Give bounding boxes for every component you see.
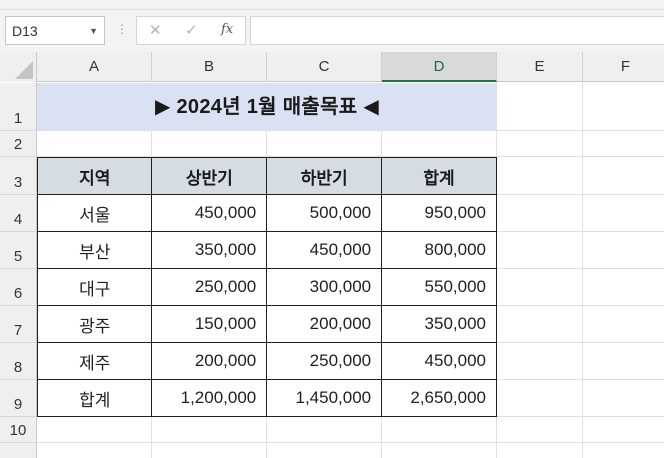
row-number: 10 <box>9 422 27 439</box>
cancel-icon[interactable]: ✕ <box>149 21 162 39</box>
column-header-b[interactable]: B <box>152 52 267 82</box>
row-number: 5 <box>13 248 23 265</box>
formula-bar: D13 ▼ ⋮ ✕ ✓ fx <box>0 10 664 52</box>
column-header-f[interactable]: F <box>583 52 664 82</box>
value-cell[interactable]: 1,450,000 <box>266 379 383 417</box>
formula-input[interactable] <box>250 16 664 45</box>
row-header-10[interactable]: 10 <box>0 417 37 443</box>
row-header-1[interactable]: 1 <box>0 83 37 131</box>
row-header-8[interactable]: 8 <box>0 343 37 380</box>
table-row: 대구 250,000 300,000 550,000 <box>36 268 497 306</box>
table-row: 부산 350,000 450,000 800,000 <box>36 231 497 269</box>
table-row: 서울 450,000 500,000 950,000 <box>36 194 497 232</box>
row-header-9[interactable]: 9 <box>0 380 37 417</box>
table-row: 제주 200,000 250,000 450,000 <box>36 342 497 380</box>
column-header-row: A B C D E F <box>0 52 664 82</box>
value-cell[interactable]: 250,000 <box>151 268 268 306</box>
row-number: 8 <box>13 359 23 376</box>
region-cell[interactable]: 광주 <box>36 305 153 343</box>
formula-buttons: ✕ ✓ fx <box>136 16 246 45</box>
ribbon-edge <box>0 0 664 10</box>
row-header-3[interactable]: 3 <box>0 157 37 195</box>
value-cell[interactable]: 450,000 <box>381 342 497 380</box>
column-header-d[interactable]: D <box>382 52 497 82</box>
value-cell[interactable]: 800,000 <box>381 231 497 269</box>
select-all-button[interactable] <box>0 52 37 82</box>
column-header-e[interactable]: E <box>497 52 583 82</box>
value-cell[interactable]: 200,000 <box>266 305 383 343</box>
value-cell[interactable]: 1,200,000 <box>151 379 268 417</box>
value-cell[interactable]: 500,000 <box>266 194 383 232</box>
select-all-icon <box>15 61 33 79</box>
header-cell-total[interactable]: 합계 <box>381 157 497 195</box>
header-cell-first-half[interactable]: 상반기 <box>151 157 268 195</box>
name-box-value: D13 <box>12 23 38 39</box>
gridline <box>37 442 664 443</box>
confirm-icon[interactable]: ✓ <box>185 21 198 39</box>
value-cell[interactable]: 450,000 <box>151 194 268 232</box>
insert-function-icon[interactable]: fx <box>221 22 233 37</box>
sales-target-table: 지역 상반기 하반기 합계 서울 450,000 500,000 950,000… <box>36 157 497 417</box>
row-header-2[interactable]: 2 <box>0 131 37 157</box>
sheet-title-cell[interactable]: ▶ 2024년 1월 매출목표 ◀ <box>37 83 497 131</box>
formula-bar-grip-icon[interactable]: ⋮ <box>116 22 128 36</box>
row-number: 1 <box>13 110 23 127</box>
table-header-row: 지역 상반기 하반기 합계 <box>36 157 497 195</box>
value-cell[interactable]: 250,000 <box>266 342 383 380</box>
value-cell[interactable]: 150,000 <box>151 305 268 343</box>
row-number: 2 <box>13 136 23 153</box>
header-cell-second-half[interactable]: 하반기 <box>266 157 383 195</box>
row-number: 4 <box>13 211 23 228</box>
table-row-total: 합계 1,200,000 1,450,000 2,650,000 <box>36 379 497 417</box>
region-cell[interactable]: 서울 <box>36 194 153 232</box>
row-header-5[interactable]: 5 <box>0 232 37 269</box>
column-header-c[interactable]: C <box>267 52 382 82</box>
value-cell[interactable]: 350,000 <box>381 305 497 343</box>
value-cell[interactable]: 350,000 <box>151 231 268 269</box>
region-cell[interactable]: 제주 <box>36 342 153 380</box>
gridline <box>582 83 583 458</box>
name-box[interactable]: D13 ▼ <box>5 16 105 45</box>
value-cell[interactable]: 450,000 <box>266 231 383 269</box>
row-header-6[interactable]: 6 <box>0 269 37 306</box>
row-number: 7 <box>13 322 23 339</box>
region-cell[interactable]: 합계 <box>36 379 153 417</box>
value-cell[interactable]: 550,000 <box>381 268 497 306</box>
value-cell[interactable]: 2,650,000 <box>381 379 497 417</box>
row-number: 9 <box>13 396 23 413</box>
value-cell[interactable]: 200,000 <box>151 342 268 380</box>
value-cell[interactable]: 950,000 <box>381 194 497 232</box>
row-header-11[interactable] <box>0 443 37 458</box>
row-header-7[interactable]: 7 <box>0 306 37 343</box>
name-box-dropdown-icon[interactable]: ▼ <box>89 26 98 36</box>
header-cell-region[interactable]: 지역 <box>36 157 153 195</box>
table-row: 광주 150,000 200,000 350,000 <box>36 305 497 343</box>
row-number: 6 <box>13 285 23 302</box>
row-number: 3 <box>13 174 23 191</box>
region-cell[interactable]: 대구 <box>36 268 153 306</box>
value-cell[interactable]: 300,000 <box>266 268 383 306</box>
column-header-a[interactable]: A <box>37 52 152 82</box>
region-cell[interactable]: 부산 <box>36 231 153 269</box>
row-header-4[interactable]: 4 <box>0 195 37 232</box>
